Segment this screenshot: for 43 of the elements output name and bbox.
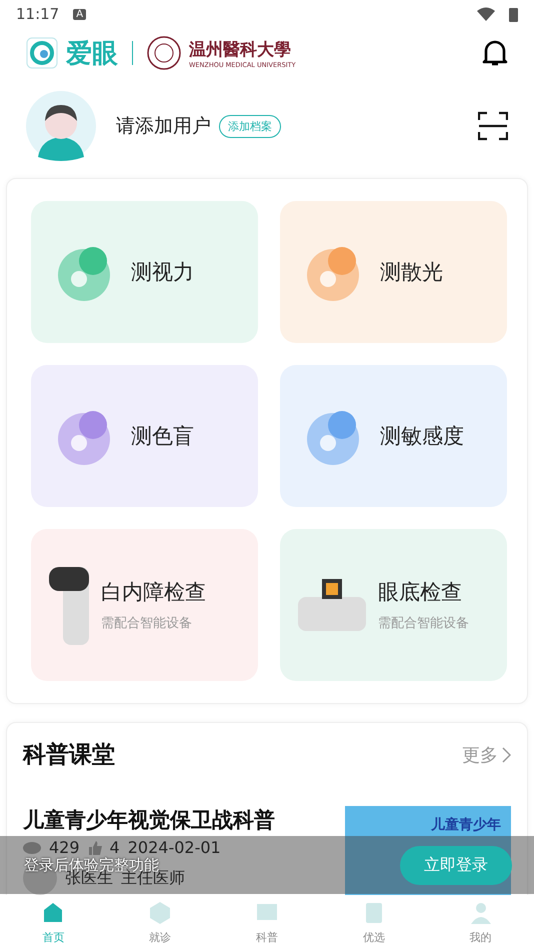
bell-icon[interactable] (482, 39, 508, 67)
tile-note: 需配合智能设备 (101, 615, 193, 632)
chevron-right-icon (502, 746, 511, 762)
tile-label: 测色盲 (131, 423, 194, 450)
like-count: 4 (110, 838, 120, 857)
test-tile[interactable]: 测视力 (31, 201, 258, 343)
section-title: 科普课堂 (23, 740, 115, 770)
tile-label: 测敏感度 (380, 423, 464, 450)
scan-icon[interactable] (478, 111, 508, 141)
tile-note: 需配合智能设备 (378, 615, 469, 632)
add-profile-button[interactable]: 添加档案 (219, 114, 281, 138)
wifi-icon (477, 7, 495, 21)
test-tile[interactable]: 测色盲 (31, 365, 258, 507)
tile-label: 眼底检查 (378, 579, 463, 606)
nav-tab[interactable]: 首页 (0, 895, 107, 950)
battery-icon (509, 6, 518, 22)
test-tile[interactable]: 测散光 (280, 201, 507, 343)
university-name: 温州醫科大學 (189, 38, 292, 60)
login-button[interactable]: 立即登录 (400, 846, 512, 884)
fundus-camera-drawing (298, 579, 366, 631)
university-seal-icon (147, 36, 181, 70)
publish-date: 2024-02-01 (128, 838, 221, 857)
thumbs-up-icon (88, 840, 102, 854)
tile-label: 白内障检查 (101, 579, 206, 606)
nav-tab[interactable]: 就诊 (106, 895, 214, 950)
app-logo-icon (26, 37, 58, 69)
thumbnail-text: 儿童青少年 (431, 816, 501, 834)
view-count: 429 (49, 838, 80, 857)
add-user-prompt: 请添加用户 (116, 114, 211, 139)
test-tile[interactable]: 测敏感度 (280, 365, 507, 507)
nav-tab[interactable]: 优选 (320, 895, 428, 950)
tile-label: 测散光 (380, 259, 443, 286)
article-title[interactable]: 儿童青少年视觉保卫战科普 (23, 806, 335, 834)
more-link[interactable]: 更多 (462, 742, 511, 766)
test-tile[interactable]: 白内障检查 需配合智能设备 (31, 529, 258, 681)
app-name: 爱眼 (66, 38, 118, 70)
avatar-icon (26, 91, 96, 161)
test-tile[interactable]: 眼底检查 需配合智能设备 (280, 529, 507, 681)
notification-indicator: A (73, 8, 86, 20)
nav-tab[interactable]: 我的 (427, 895, 534, 950)
status-time: 11:17 (16, 5, 60, 23)
nav-tab[interactable]: 科普 (214, 895, 320, 950)
tile-label: 测视力 (131, 259, 194, 286)
